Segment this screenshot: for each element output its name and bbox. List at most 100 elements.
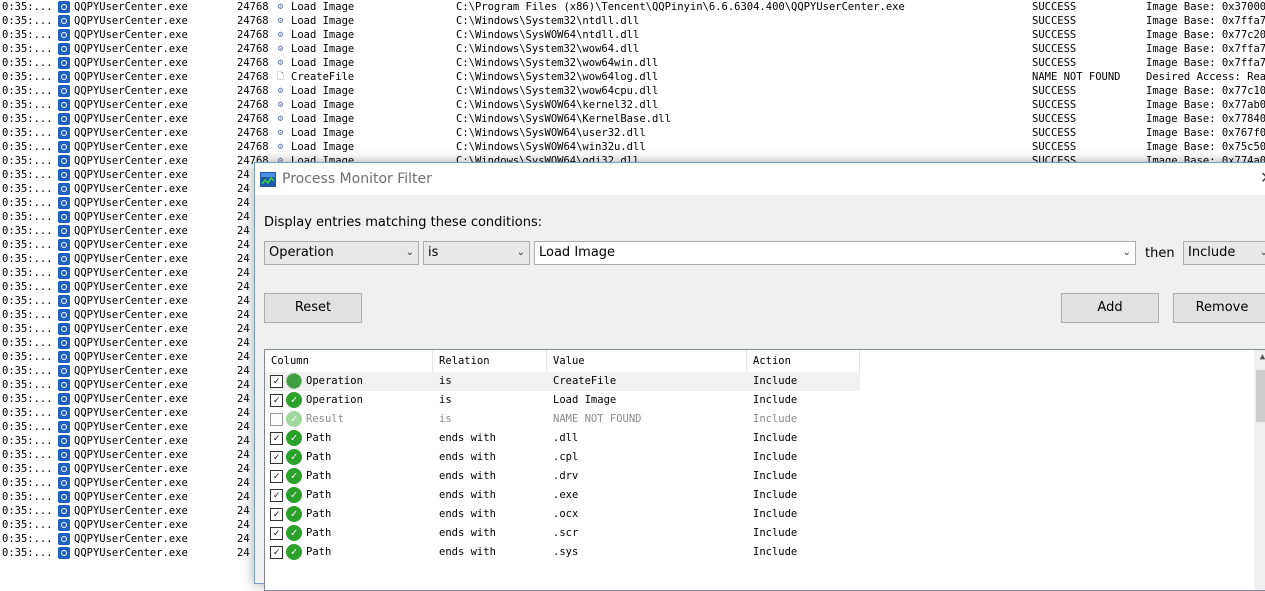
column-select[interactable]: Operation ⌄: [264, 241, 419, 265]
log-pid: 24: [237, 435, 250, 447]
filter-checkbox[interactable]: ✓: [270, 508, 283, 521]
filter-relation: ends with: [439, 451, 496, 463]
vertical-scrollbar[interactable]: ▲: [1254, 350, 1265, 590]
header-relation[interactable]: Relation: [433, 350, 547, 372]
log-pid: 24768: [237, 113, 269, 125]
process-icon: [58, 71, 70, 83]
file-icon: 🗋: [276, 72, 285, 82]
log-time: 0:35:...: [2, 113, 53, 125]
filter-relation: ends with: [439, 546, 496, 558]
filter-row[interactable]: ✓ ✓ Path ends with .cpl Include: [265, 448, 860, 467]
filter-relation: ends with: [439, 489, 496, 501]
log-result: SUCCESS: [1032, 85, 1077, 97]
process-icon: [58, 169, 70, 181]
process-icon: [58, 43, 70, 55]
filter-list[interactable]: Column Relation Value Action ✓ Operation i…: [264, 349, 1265, 591]
check-icon: ✓: [286, 430, 302, 446]
conditions-label: Display entries matching these condition…: [264, 215, 543, 230]
filter-row[interactable]: ✓ ✓ Path ends with .scr Include: [265, 524, 860, 543]
dialog-titlebar[interactable]: Process Monitor Filter ✕: [255, 163, 1265, 195]
header-action[interactable]: Action: [747, 350, 860, 372]
action-select[interactable]: Include ⌄: [1183, 241, 1265, 265]
log-time: 0:35:...: [2, 141, 53, 153]
process-icon: [58, 407, 70, 419]
log-time: 0:35:...: [2, 183, 53, 195]
remove-button[interactable]: Remove: [1173, 293, 1265, 323]
filter-row[interactable]: ✓ ✓ Path ends with .exe Include: [265, 486, 860, 505]
log-process: QQPYUserCenter.exe: [74, 295, 188, 307]
filter-checkbox[interactable]: ✓: [270, 527, 283, 540]
gear-icon: ⚙: [277, 30, 284, 40]
log-row[interactable]: 0:35:... QQPYUserCenter.exe 24768 ⚙ Load Ima…: [0, 56, 1265, 70]
log-process: QQPYUserCenter.exe: [74, 449, 188, 461]
log-time: 0:35:...: [2, 533, 53, 545]
log-row[interactable]: 0:35:... QQPYUserCenter.exe 24768 ⚙ Load Ima…: [0, 98, 1265, 112]
filter-checkbox[interactable]: ✓: [270, 546, 283, 559]
log-pid: 24: [237, 379, 250, 391]
filter-row[interactable]: ✓ ✓ Path ends with .dll Include: [265, 429, 860, 448]
log-process: QQPYUserCenter.exe: [74, 477, 188, 489]
process-icon: [58, 99, 70, 111]
log-pid: 24: [237, 491, 250, 503]
filter-checkbox[interactable]: ✓: [270, 451, 283, 464]
log-row[interactable]: 0:35:... QQPYUserCenter.exe 24768 ⚙ Load Ima…: [0, 112, 1265, 126]
filter-checkbox[interactable]: ✓: [270, 432, 283, 445]
chevron-down-icon[interactable]: ⌄: [1123, 242, 1131, 264]
process-icon: [58, 281, 70, 293]
filter-relation: is: [439, 413, 452, 425]
filter-column: Path: [306, 508, 332, 520]
filter-row[interactable]: ✓ Operation is CreateFile Include: [265, 372, 860, 391]
log-process: QQPYUserCenter.exe: [74, 113, 188, 125]
log-row[interactable]: 0:35:... QQPYUserCenter.exe 24768 ⚙ Load Ima…: [0, 0, 1265, 14]
log-row[interactable]: 0:35:... QQPYUserCenter.exe 24768 ⚙ Load Ima…: [0, 14, 1265, 28]
process-icon: [58, 183, 70, 195]
scroll-thumb[interactable]: [1256, 370, 1265, 422]
filter-row[interactable]: ✓ ✓ Operation is Load Image Include: [265, 391, 860, 410]
reset-button[interactable]: Reset: [264, 293, 362, 323]
close-icon[interactable]: ✕: [1260, 168, 1265, 187]
filter-row[interactable]: ✓ ✓ Path ends with .drv Include: [265, 467, 860, 486]
log-time: 0:35:...: [2, 393, 53, 405]
filter-checkbox[interactable]: ✓: [270, 394, 283, 407]
filter-checkbox[interactable]: ✓: [270, 470, 283, 483]
log-row[interactable]: 0:35:... QQPYUserCenter.exe 24768 ⚙ Load Ima…: [0, 126, 1265, 140]
filter-column: Path: [306, 546, 332, 558]
log-detail: Image Base: 0x75c500: [1146, 141, 1265, 153]
log-detail: Image Base: 0x77c100: [1146, 85, 1265, 97]
log-result: NAME NOT FOUND: [1032, 71, 1121, 83]
log-pid: 24: [237, 351, 250, 363]
log-row[interactable]: 0:35:... QQPYUserCenter.exe 24768 ⚙ Load Ima…: [0, 140, 1265, 154]
filter-checkbox[interactable]: [270, 413, 283, 426]
filter-relation: is: [439, 375, 452, 387]
log-row[interactable]: 0:35:... QQPYUserCenter.exe 24768 ⚙ Load Ima…: [0, 28, 1265, 42]
process-icon: [58, 127, 70, 139]
log-row[interactable]: 0:35:... QQPYUserCenter.exe 24768 ⚙ Load Ima…: [0, 42, 1265, 56]
process-icon: [58, 323, 70, 335]
log-result: SUCCESS: [1032, 43, 1077, 55]
log-operation: Load Image: [291, 99, 355, 111]
filter-checkbox[interactable]: ✓: [270, 489, 283, 502]
filter-row[interactable]: ✓ ✓ Path ends with .ocx Include: [265, 505, 860, 524]
filter-checkbox[interactable]: ✓: [270, 375, 283, 388]
value-combobox[interactable]: Load Image ⌄: [534, 241, 1136, 265]
filter-value: .cpl: [553, 451, 579, 463]
log-result: SUCCESS: [1032, 15, 1077, 27]
log-row[interactable]: 0:35:... QQPYUserCenter.exe 24768 🗋 CreateFi…: [0, 70, 1265, 84]
log-detail: Image Base: 0x77ab00: [1146, 99, 1265, 111]
relation-select[interactable]: is ⌄: [423, 241, 530, 265]
filter-row[interactable]: ✓ ✓ Path ends with .sys Include: [265, 543, 860, 562]
log-path: C:\Windows\SysWOW64\KernelBase.dll: [456, 113, 671, 125]
log-detail: Image Base: 0x77c200: [1146, 29, 1265, 41]
log-time: 0:35:...: [2, 1, 53, 13]
log-process: QQPYUserCenter.exe: [74, 351, 188, 363]
log-operation: Load Image: [291, 113, 355, 125]
scroll-up-icon[interactable]: ▲: [1254, 352, 1265, 362]
process-icon: [58, 239, 70, 251]
add-button[interactable]: Add: [1061, 293, 1159, 323]
log-time: 0:35:...: [2, 267, 53, 279]
log-process: QQPYUserCenter.exe: [74, 323, 188, 335]
filter-row[interactable]: ✓ Result is NAME NOT FOUND Include: [265, 410, 860, 429]
log-row[interactable]: 0:35:... QQPYUserCenter.exe 24768 ⚙ Load Ima…: [0, 84, 1265, 98]
header-column[interactable]: Column: [265, 350, 433, 372]
header-value[interactable]: Value: [547, 350, 747, 372]
